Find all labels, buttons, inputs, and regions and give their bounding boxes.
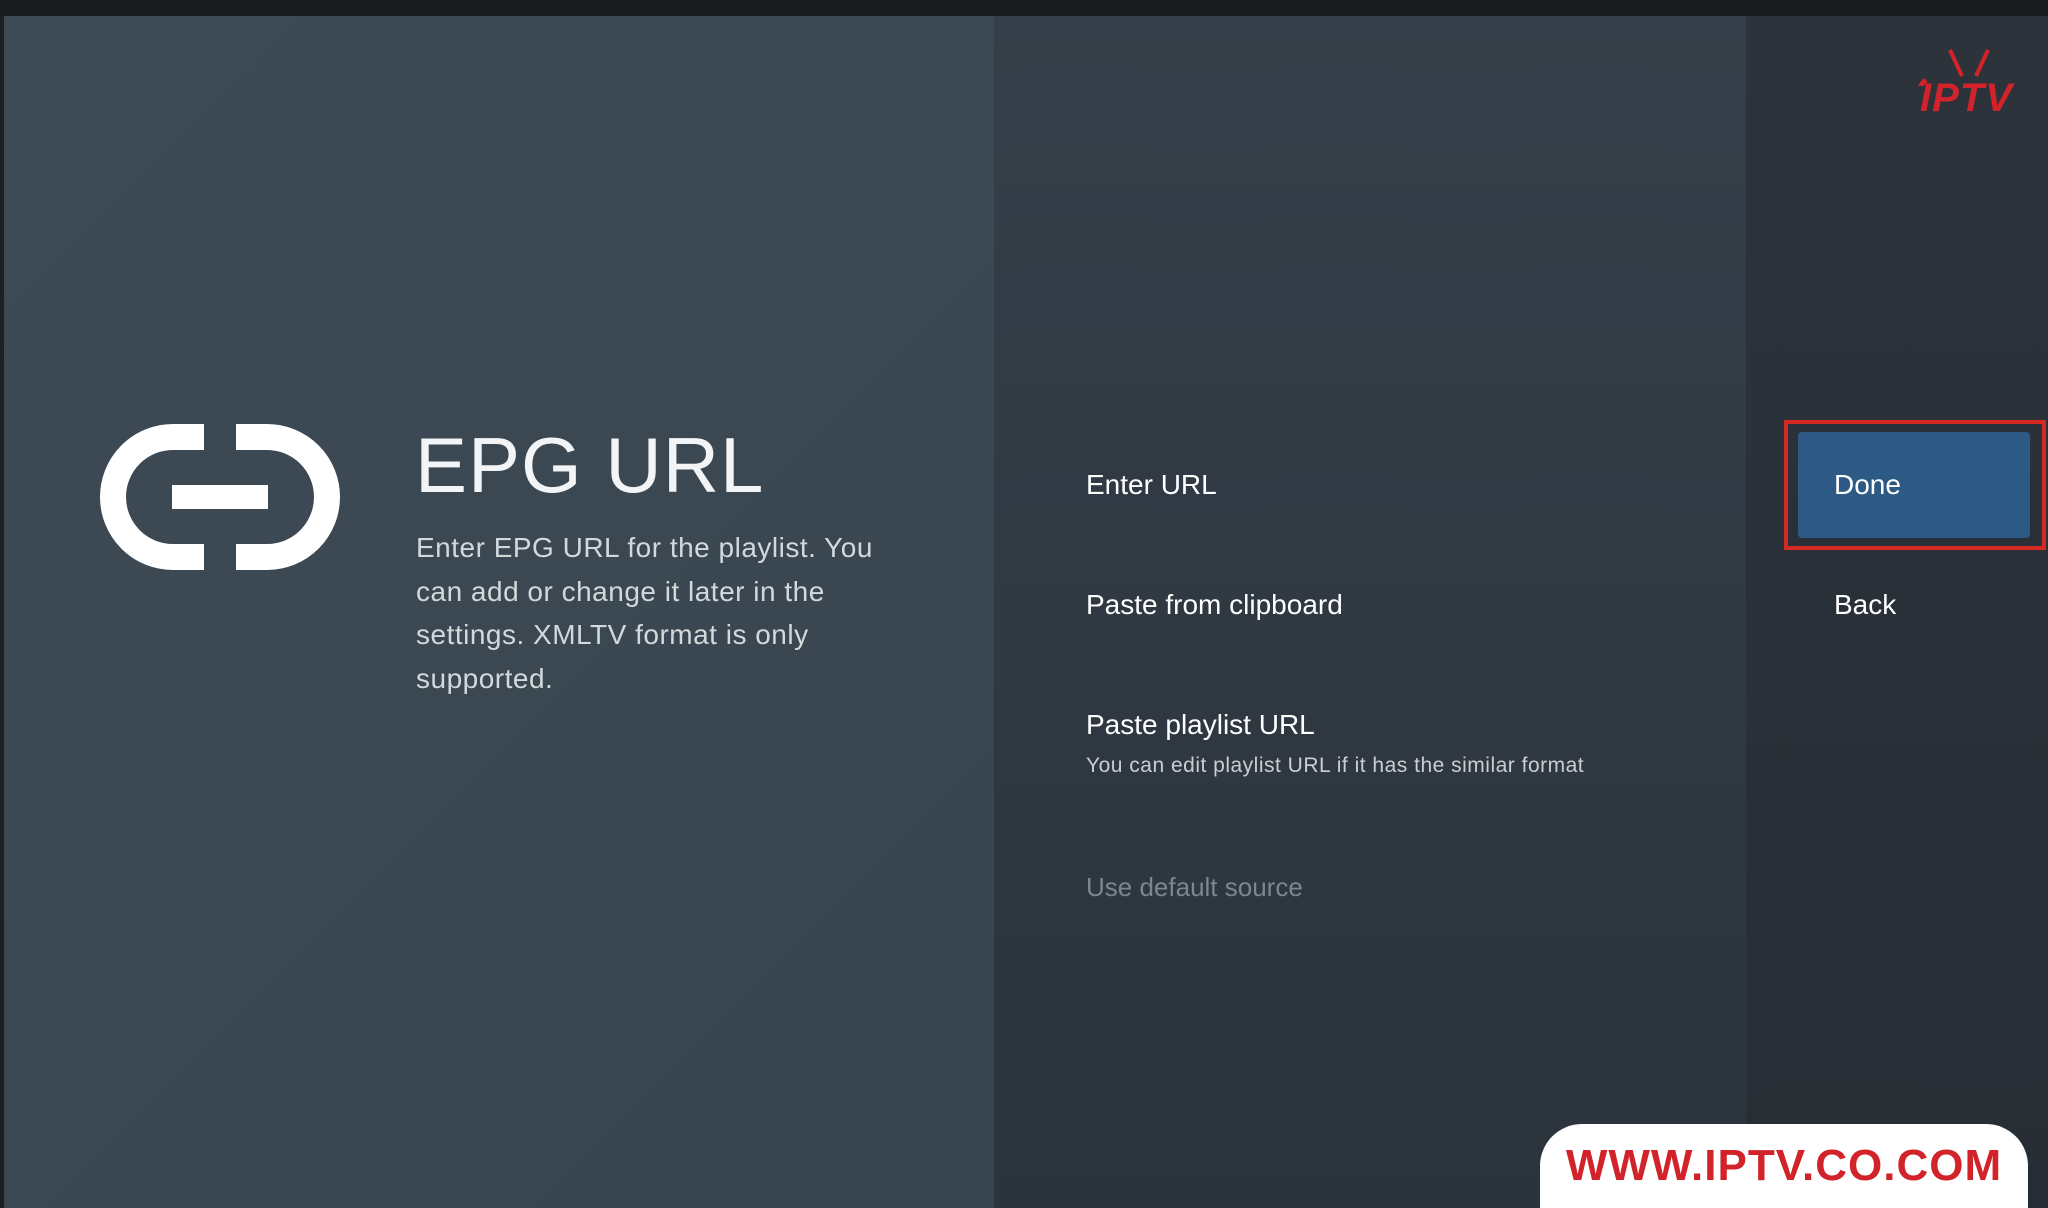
top-band <box>0 0 2048 16</box>
watermark-text: WWW.IPTV.CO.COM <box>1565 1141 2003 1190</box>
paste-clipboard-label: Paste from clipboard <box>1086 589 1343 620</box>
buttons-panel <box>1746 16 2048 1208</box>
page-description: Enter EPG URL for the playlist. You can … <box>416 532 873 694</box>
done-button[interactable]: Done <box>1798 432 2030 538</box>
epg-url-screen: EPG URL Enter EPG URL for the playlist. … <box>0 0 2048 1208</box>
link-icon <box>100 424 340 570</box>
paste-playlist-label: Paste playlist URL <box>1086 709 1315 740</box>
use-default-source-label: Use default source <box>1086 872 1303 902</box>
page-title: EPG URL <box>415 421 765 509</box>
logo-text: IPTV <box>1920 76 2013 120</box>
use-default-source-action: Use default source <box>1086 870 1303 904</box>
back-button[interactable]: Back <box>1834 588 1896 622</box>
paste-playlist-action[interactable]: Paste playlist URL You can edit playlist… <box>1086 708 1584 780</box>
enter-url-action[interactable]: Enter URL <box>1086 468 1217 502</box>
watermark: WWW.IPTV.CO.COM <box>1540 1124 2028 1208</box>
paste-playlist-description: You can edit playlist URL if it has the … <box>1086 754 1585 777</box>
iptv-logo: IPTV <box>1912 46 2022 132</box>
enter-url-label: Enter URL <box>1086 469 1217 500</box>
paste-clipboard-action[interactable]: Paste from clipboard <box>1086 588 1343 622</box>
